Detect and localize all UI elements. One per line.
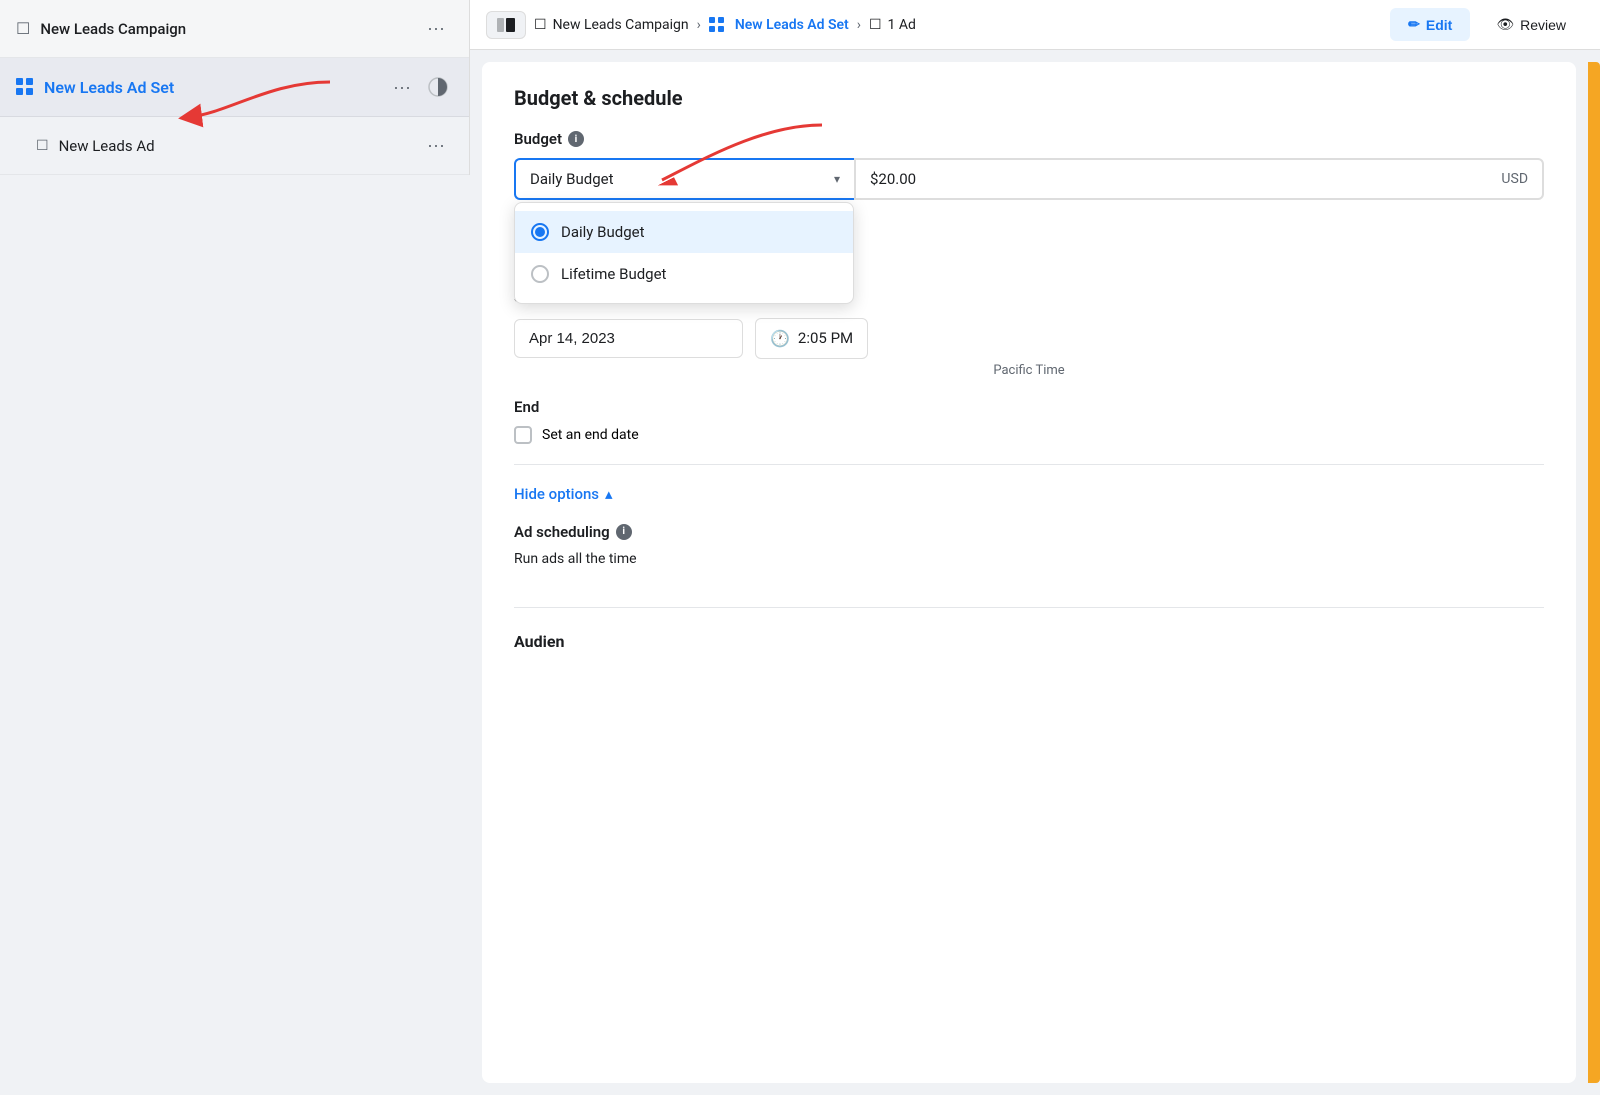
dropdown-daily-label: Daily Budget xyxy=(561,223,644,241)
breadcrumb-ad[interactable]: ☐ 1 Ad xyxy=(869,17,916,33)
hide-options-label: Hide options xyxy=(514,485,599,503)
eye-icon: 👁 xyxy=(1496,16,1514,33)
section-divider xyxy=(514,464,1544,465)
budget-label: Budget i xyxy=(514,130,1544,148)
half-circle-icon xyxy=(427,76,449,98)
audience-section-hint: Audien xyxy=(514,607,1544,651)
right-strip xyxy=(1588,62,1600,1083)
budget-row: Daily Budget ▾ $20.00 USD Daily Budget xyxy=(514,158,1544,200)
start-date-row: 🕐 2:05 PM xyxy=(514,318,1544,359)
breadcrumb-ad-set-label: New Leads Ad Set xyxy=(735,17,849,33)
sidebar-item-campaign[interactable]: ☐ New Leads Campaign ··· xyxy=(0,0,469,58)
dropdown-item-daily[interactable]: Daily Budget xyxy=(515,211,853,253)
ad-scheduling-value: Run ads all the time xyxy=(514,551,1544,567)
ad-set-label: New Leads Ad Set xyxy=(44,78,385,97)
sidebar-item-ad-set[interactable]: New Leads Ad Set ··· xyxy=(0,58,469,117)
breadcrumb-campaign-label: New Leads Campaign xyxy=(553,17,689,33)
campaign-more-button[interactable]: ··· xyxy=(419,14,453,43)
budget-section: Budget i Daily Budget ▾ $20.00 USD xyxy=(514,130,1544,230)
end-date-label: Set an end date xyxy=(542,427,639,443)
content-panel: Budget & schedule Budget i Daily Budget … xyxy=(482,62,1576,1083)
budget-currency: USD xyxy=(1501,171,1528,187)
dropdown-lifetime-label: Lifetime Budget xyxy=(561,265,666,283)
ad-set-grid-icon xyxy=(16,78,34,96)
breadcrumb-sep-1: › xyxy=(697,17,701,33)
ad-folder-icon: ☐ xyxy=(36,138,49,154)
breadcrumb-ad-set[interactable]: New Leads Ad Set xyxy=(709,17,849,33)
date-field[interactable] xyxy=(514,319,743,358)
ad-set-toggle-button[interactable] xyxy=(423,72,453,102)
breadcrumb-ad-label: 1 Ad xyxy=(888,17,916,33)
dropdown-item-lifetime[interactable]: Lifetime Budget xyxy=(515,253,853,295)
edit-button[interactable]: ✏ Edit xyxy=(1390,8,1470,41)
end-label: End xyxy=(514,398,1544,416)
pencil-icon: ✏ xyxy=(1408,16,1420,33)
end-date-checkbox[interactable] xyxy=(514,426,532,444)
budget-dropdown-menu: Daily Budget Lifetime Budget xyxy=(514,202,854,304)
clock-icon: 🕐 xyxy=(770,329,790,348)
breadcrumb-ad-folder-icon: ☐ xyxy=(869,17,882,33)
start-date-input[interactable] xyxy=(514,319,743,358)
budget-info-icon[interactable]: i xyxy=(568,131,584,147)
breadcrumb-actions: ✏ Edit 👁 Review xyxy=(1390,8,1584,41)
chevron-down-icon: ▾ xyxy=(834,172,840,186)
content-area: Budget & schedule Budget i Daily Budget … xyxy=(470,50,1600,1095)
breadcrumb-bar: ☐ New Leads Campaign › New Leads Ad Set … xyxy=(470,0,1600,50)
main-content: ☐ New Leads Campaign › New Leads Ad Set … xyxy=(470,0,1600,1095)
time-value: 2:05 PM xyxy=(798,329,853,347)
review-button[interactable]: 👁 Review xyxy=(1478,8,1584,41)
ad-scheduling-section: Ad scheduling i Run ads all the time xyxy=(514,523,1544,567)
hide-options-button[interactable]: Hide options ▴ xyxy=(514,485,1544,503)
ad-scheduling-label: Ad scheduling i xyxy=(514,523,1544,541)
time-input[interactable]: 🕐 2:05 PM xyxy=(755,318,868,359)
breadcrumb-ad-set-icon xyxy=(709,17,725,33)
breadcrumb-campaign[interactable]: ☐ New Leads Campaign xyxy=(534,17,689,33)
chevron-up-icon: ▴ xyxy=(605,485,613,503)
breadcrumb-campaign-folder-icon: ☐ xyxy=(534,17,547,33)
radio-daily-icon xyxy=(531,223,549,241)
budget-amount-field[interactable]: $20.00 USD xyxy=(854,158,1544,200)
ad-scheduling-info-icon[interactable]: i xyxy=(616,524,632,540)
budget-amount-value: $20.00 xyxy=(870,170,1501,188)
radio-lifetime-icon xyxy=(531,265,549,283)
section-title: Budget & schedule xyxy=(514,86,1544,110)
ad-more-button[interactable]: ··· xyxy=(419,131,453,160)
ad-set-more-button[interactable]: ··· xyxy=(385,73,419,102)
end-date-row: Set an end date xyxy=(514,426,1544,444)
sidebar-item-ad[interactable]: ☐ New Leads Ad ··· xyxy=(0,117,469,175)
timezone-label: Pacific Time xyxy=(514,363,1544,378)
breadcrumb-sep-2: › xyxy=(857,17,861,33)
campaign-folder-icon: ☐ xyxy=(16,19,30,38)
panel-toggle-icon xyxy=(497,18,515,32)
campaign-label: New Leads Campaign xyxy=(40,20,419,38)
panel-toggle-button[interactable] xyxy=(486,11,526,39)
audience-hint-label: Audien xyxy=(514,632,1544,651)
ad-label: New Leads Ad xyxy=(59,137,419,155)
end-section: End Set an end date xyxy=(514,398,1544,444)
budget-select-dropdown[interactable]: Daily Budget ▾ xyxy=(514,158,854,200)
budget-select-value: Daily Budget xyxy=(530,170,613,188)
